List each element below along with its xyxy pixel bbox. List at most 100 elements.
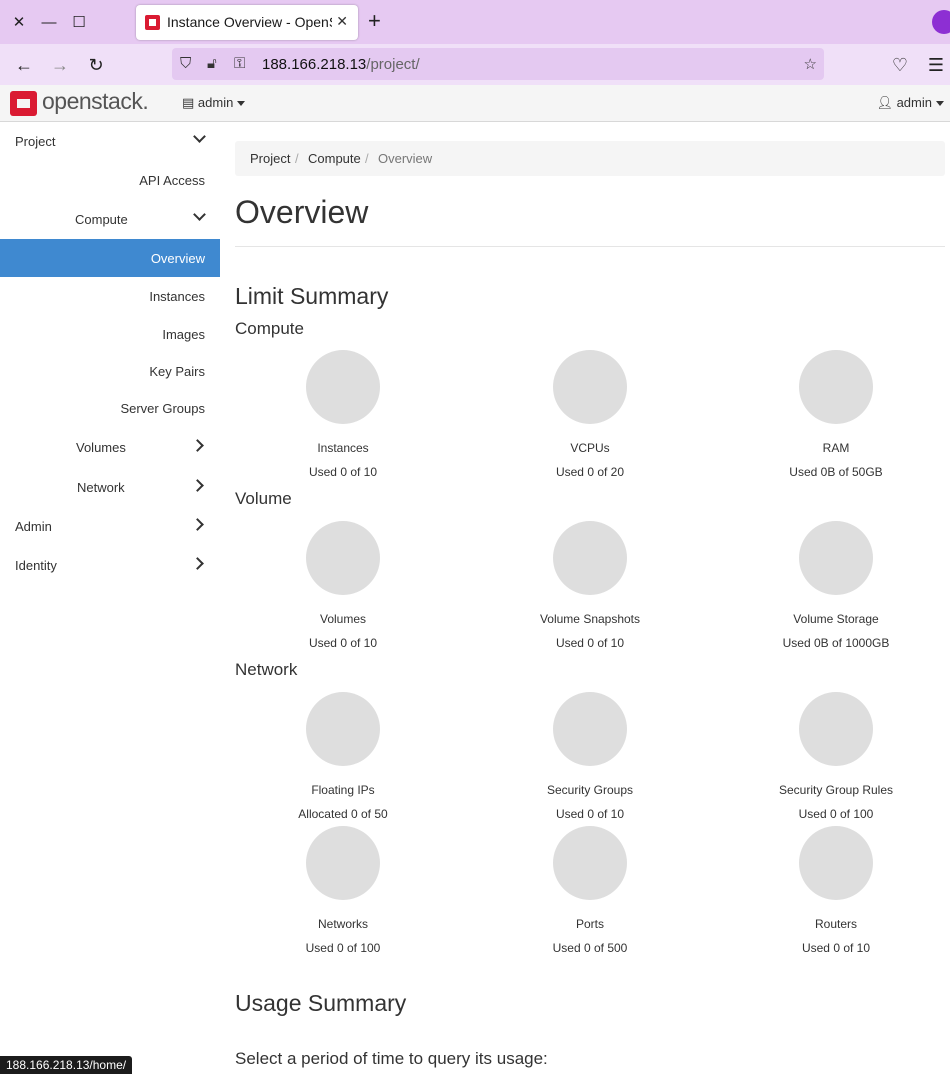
quota-name: RAM [726,441,946,455]
quota-chart-floating-ips: Floating IPs Allocated 0 of 50 [233,692,453,821]
quota-usage: Used 0 of 100 [726,807,946,821]
address-bar[interactable]: ⛉ 🔓︎ ⚿ 188.166.218.13/project/ ☆ [172,48,824,80]
quota-usage: Used 0 of 10 [480,807,700,821]
pie-chart [306,826,380,900]
quota-chart-routers: Routers Used 0 of 10 [726,826,946,955]
pie-chart [799,692,873,766]
user-icon: 👤︎ [876,95,893,110]
chevron-right-icon [191,479,204,492]
pie-chart [553,350,627,424]
quota-chart-instances: Instances Used 0 of 10 [233,350,453,479]
forward-arrow-icon[interactable]: → [49,54,71,76]
quota-chart-volume-snapshots: Volume Snapshots Used 0 of 10 [480,521,700,650]
chevron-down-icon [193,130,206,143]
quota-usage: Allocated 0 of 50 [233,807,453,821]
quota-chart-volume-storage: Volume Storage Used 0B of 1000GB [726,521,946,650]
bookmark-star-icon[interactable]: ☆ [804,55,817,73]
quota-usage: Used 0 of 10 [233,636,453,650]
reload-icon[interactable]: ↻ [85,54,107,76]
sidebar: Project API Access Compute Overview Inst… [0,122,220,1070]
compute-heading: Compute [235,319,304,339]
usage-summary-heading: Usage Summary [235,990,406,1017]
volume-heading: Volume [235,489,292,509]
quota-name: Floating IPs [233,783,453,797]
quota-name: Ports [480,917,700,931]
quota-chart-vcpus: VCPUs Used 0 of 20 [480,350,700,479]
sidebar-item-compute[interactable]: Compute [0,200,220,238]
quota-usage: Used 0B of 1000GB [726,636,946,650]
tab-close-icon[interactable]: ✕ [336,13,348,30]
sidebar-item-identity[interactable]: Identity [0,546,220,584]
openstack-logo-text[interactable]: openstack. [42,88,148,115]
quota-name: Volumes [233,612,453,626]
pie-chart [553,826,627,900]
quota-chart-ports: Ports Used 0 of 500 [480,826,700,955]
quota-name: VCPUs [480,441,700,455]
quota-name: Volume Storage [726,612,946,626]
openstack-logo-icon[interactable] [10,91,37,116]
pie-chart [306,692,380,766]
sidebar-item-admin[interactable]: Admin [0,507,220,545]
quota-name: Security Group Rules [726,783,946,797]
breadcrumb-current: Overview [378,151,432,166]
browser-nav-bar: ← → ↻ ⛉ 🔓︎ ⚿ 188.166.218.13/project/ ☆ ♡… [0,44,950,85]
minimize-window-icon[interactable]: — [39,12,59,32]
sidebar-item-volumes[interactable]: Volumes [0,428,220,466]
insecure-lock-icon[interactable]: 🔓︎ [207,55,217,72]
quota-name: Networks [233,917,453,931]
quota-chart-security-group-rules: Security Group Rules Used 0 of 100 [726,692,946,821]
quota-usage: Used 0B of 50GB [726,465,946,479]
sidebar-item-images[interactable]: Images [0,315,220,353]
network-heading: Network [235,660,297,680]
sidebar-item-key-pairs[interactable]: Key Pairs [0,352,220,390]
sidebar-item-project[interactable]: Project [0,122,220,160]
url-text[interactable]: 188.166.218.13/project/ [262,56,420,73]
quota-name: Volume Snapshots [480,612,700,626]
breadcrumb-separator: / [365,151,369,166]
project-dropdown[interactable]: ▤ admin [182,95,245,111]
quota-usage: Used 0 of 100 [233,941,453,955]
quota-chart-security-groups: Security Groups Used 0 of 10 [480,692,700,821]
key-icon[interactable]: ⚿ [234,55,245,72]
breadcrumb-project-link[interactable]: Project [250,151,290,166]
sidebar-item-network[interactable]: Network [0,468,220,506]
quota-chart-volumes: Volumes Used 0 of 10 [233,521,453,650]
openstack-favicon-icon [145,15,160,30]
caret-down-icon [237,101,245,106]
page-title: Overview [235,194,368,231]
browser-tab-bar: ✕ — ☐ Instance Overview - OpenStack Dash… [0,0,950,44]
quota-usage: Used 0 of 500 [480,941,700,955]
sidebar-item-api-access[interactable]: API Access [0,161,220,199]
sidebar-item-overview[interactable]: Overview [0,239,220,277]
project-dropdown-label: admin [198,95,233,110]
close-window-icon[interactable]: ✕ [9,12,29,32]
project-list-icon: ▤ [182,95,194,110]
back-arrow-icon[interactable]: ← [13,54,35,76]
user-dropdown[interactable]: 👤︎ admin [876,95,944,111]
shield-icon[interactable]: ⛉ [180,55,191,72]
main-content: Project / Compute / Overview Overview Li… [235,122,945,1070]
chevron-right-icon [191,557,204,570]
quota-usage: Used 0 of 10 [726,941,946,955]
chevron-right-icon [191,518,204,531]
maximize-window-icon[interactable]: ☐ [69,12,89,32]
chevron-right-icon [191,439,204,452]
user-dropdown-label: admin [897,95,932,110]
pie-chart [306,350,380,424]
sidebar-item-server-groups[interactable]: Server Groups [0,389,220,427]
quota-usage: Used 0 of 20 [480,465,700,479]
link-status-tooltip: 188.166.218.13/home/ [0,1056,132,1074]
breadcrumb: Project / Compute / Overview [235,141,945,176]
breadcrumb-compute-link[interactable]: Compute [308,151,361,166]
pocket-icon[interactable]: ♡ [889,54,911,76]
quota-name: Instances [233,441,453,455]
pie-chart [553,692,627,766]
quota-usage: Used 0 of 10 [480,636,700,650]
account-avatar-icon[interactable] [932,10,950,34]
pie-chart [799,521,873,595]
pie-chart [799,826,873,900]
menu-icon[interactable]: ☰ [925,54,947,76]
sidebar-item-instances[interactable]: Instances [0,278,220,316]
new-tab-button[interactable]: + [368,9,381,33]
browser-tab[interactable]: Instance Overview - OpenStack Dashboard … [136,5,358,40]
